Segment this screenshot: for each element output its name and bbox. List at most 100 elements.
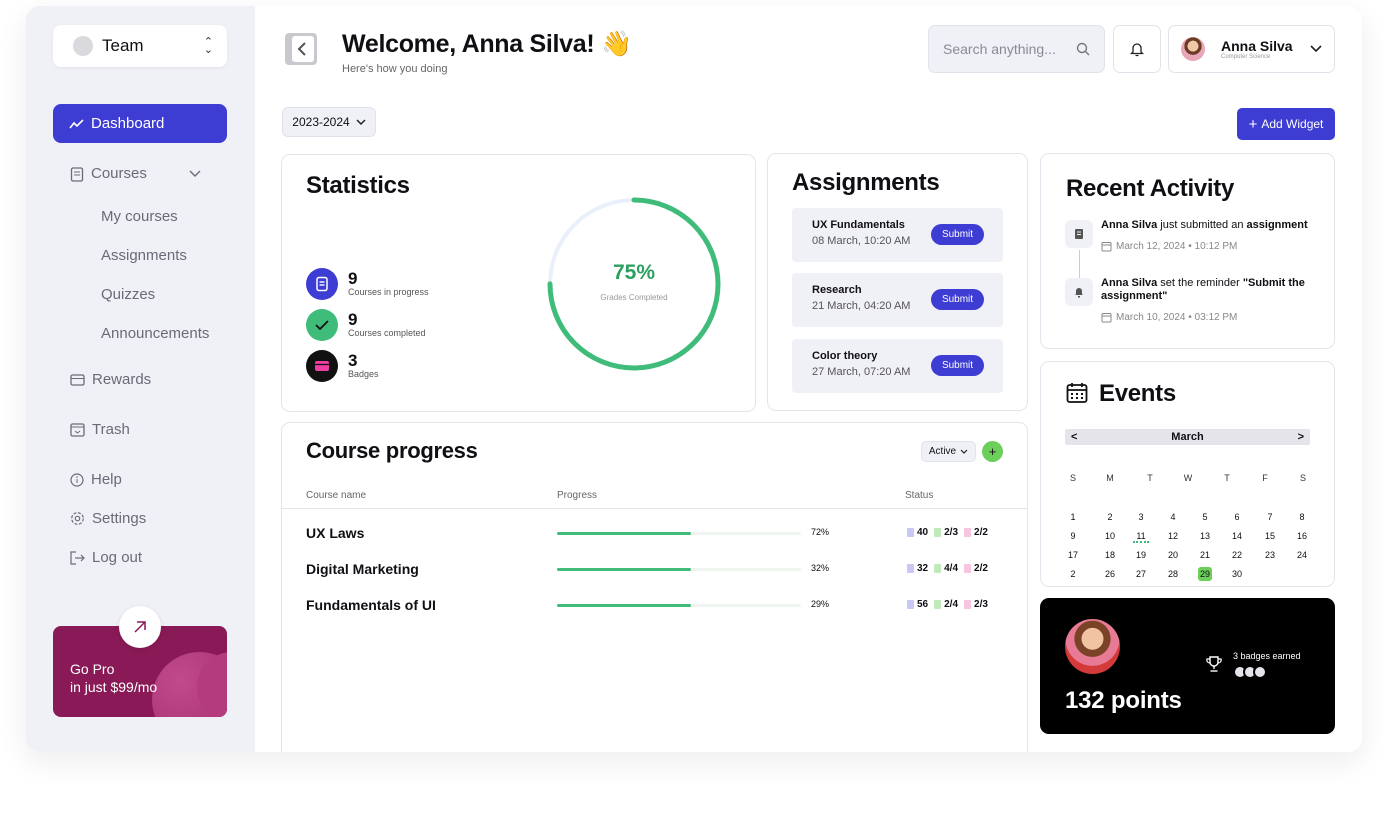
badges-earned: 3 badges earned: [1233, 651, 1301, 661]
progress-fill: [557, 604, 692, 607]
submit-button[interactable]: Submit: [931, 224, 984, 245]
assignment-item: Research 21 March, 04:20 AM Submit: [792, 273, 1003, 327]
calendar-icon: [1101, 313, 1112, 323]
calendar-day[interactable]: 23: [1262, 548, 1278, 562]
add-widget-label: Add Widget: [1261, 117, 1324, 131]
trash-icon: [70, 422, 85, 437]
calendar-day[interactable]: 4: [1165, 510, 1181, 524]
trophy-icon: [1206, 656, 1222, 672]
file-icon: [964, 528, 972, 537]
calendar-day[interactable]: 30: [1229, 567, 1245, 581]
collapse-icon: [285, 33, 317, 65]
year-label: 2023-2024: [292, 115, 350, 129]
calendar-day[interactable]: 11: [1133, 529, 1149, 543]
assignments-title: Assignments: [792, 169, 940, 196]
status-files: 2/3: [974, 599, 988, 610]
status-filter[interactable]: Active: [921, 441, 976, 462]
trend-icon: [69, 118, 84, 128]
calendar-day[interactable]: 29: [1198, 567, 1212, 581]
status-docs: 56: [917, 599, 929, 610]
stat-label: Courses completed: [348, 328, 426, 338]
status-counts: 56 2/4 2/3: [907, 599, 988, 610]
stat-badges: 3 Badges: [306, 350, 379, 382]
prev-month-button[interactable]: <: [1071, 431, 1077, 443]
calendar-day[interactable]: 14: [1229, 529, 1245, 543]
sidebar-item-quizzes[interactable]: Quizzes: [101, 286, 155, 303]
day-of-week-label: S: [1299, 473, 1306, 483]
team-switcher[interactable]: Team ⌃ ⌄: [53, 25, 227, 67]
calendar-day[interactable]: 18: [1102, 548, 1118, 562]
clipboard-icon: [934, 600, 942, 609]
user-photo: [1065, 619, 1120, 674]
activity-action: just submitted an: [1157, 219, 1247, 231]
calendar-day[interactable]: 26: [1102, 567, 1118, 581]
calendar-day[interactable]: 15: [1262, 529, 1278, 543]
calendar-icon: [1066, 383, 1088, 403]
add-widget-button[interactable]: + Add Widget: [1237, 108, 1335, 140]
go-pro-arrow-button[interactable]: [119, 606, 161, 648]
submit-button[interactable]: Submit: [931, 355, 984, 376]
calendar-day[interactable]: 1: [1065, 510, 1081, 524]
day-of-week-label: W: [1183, 473, 1193, 483]
calendar-day[interactable]: 27: [1133, 567, 1149, 581]
calendar-day[interactable]: 13: [1197, 529, 1213, 543]
sidebar-item-help[interactable]: Help: [70, 471, 122, 488]
sidebar-item-trash[interactable]: Trash: [70, 421, 130, 438]
calendar-day[interactable]: 10: [1102, 529, 1118, 543]
calendar-day[interactable]: 8: [1294, 510, 1310, 524]
calendar-day[interactable]: 7: [1262, 510, 1278, 524]
sidebar-item-courses[interactable]: Courses: [70, 165, 208, 182]
year-selector[interactable]: 2023-2024: [282, 107, 376, 137]
sidebar-item-rewards[interactable]: Rewards: [70, 371, 151, 388]
document-icon: [1065, 220, 1093, 248]
badge-card-icon: [306, 350, 338, 382]
calendar-day[interactable]: 3: [1133, 510, 1149, 524]
sidebar-collapse-button[interactable]: [284, 32, 318, 66]
document-icon: [907, 528, 914, 537]
calendar-day[interactable]: 21: [1197, 548, 1213, 562]
next-month-button[interactable]: >: [1298, 431, 1304, 443]
add-course-button[interactable]: +: [982, 441, 1003, 462]
logout-icon: [70, 550, 85, 565]
calendar-day[interactable]: 20: [1165, 548, 1181, 562]
activity-text: Anna Silva set the reminder "Submit the …: [1101, 277, 1311, 303]
calendar-day[interactable]: 17: [1065, 548, 1081, 562]
progress-percent: 72%: [811, 527, 830, 537]
sidebar: Team ⌃ ⌄ Dashboard Courses My courses Ass…: [26, 6, 255, 752]
sidebar-item-assignments[interactable]: Assignments: [101, 247, 187, 264]
assignments-card: Assignments UX Fundamentals 08 March, 10…: [767, 153, 1028, 411]
search-input[interactable]: Search anything...: [928, 25, 1105, 73]
calendar-day[interactable]: 16: [1294, 529, 1310, 543]
clipboard-icon: [70, 166, 84, 182]
document-icon: [306, 268, 338, 300]
stat-value: 9: [348, 310, 358, 329]
calendar-day[interactable]: 6: [1229, 510, 1245, 524]
sidebar-item-dashboard[interactable]: Dashboard: [53, 104, 227, 143]
calendar-icon: [1101, 242, 1112, 252]
sidebar-item-settings[interactable]: Settings: [70, 510, 146, 527]
calendar-day[interactable]: 2: [1102, 510, 1118, 524]
course-name: Digital Marketing: [306, 561, 419, 577]
profile-menu[interactable]: Anna Silva Computer Science: [1168, 25, 1335, 73]
calendar-day[interactable]: 9: [1065, 529, 1081, 543]
submit-button[interactable]: Submit: [931, 289, 984, 310]
calendar-day[interactable]: 22: [1229, 548, 1245, 562]
chevron-down-icon[interactable]: [189, 170, 201, 178]
sidebar-item-announcements[interactable]: Announcements: [101, 325, 209, 342]
course-name: Fundamentals of UI: [306, 597, 436, 613]
sidebar-item-my-courses[interactable]: My courses: [101, 208, 178, 225]
recent-activity-title: Recent Activity: [1066, 175, 1235, 202]
calendar-day[interactable]: 24: [1294, 548, 1310, 562]
search-icon: [1076, 42, 1090, 56]
calendar-day[interactable]: 28: [1165, 567, 1181, 581]
welcome-text: Welcome, Anna Silva!: [342, 30, 595, 58]
badge-icons: [1233, 665, 1267, 679]
calendar-day[interactable]: 5: [1197, 510, 1213, 524]
sidebar-item-logout[interactable]: Log out: [70, 549, 142, 566]
file-icon: [964, 600, 972, 609]
calendar-day[interactable]: 12: [1165, 529, 1181, 543]
chevron-down-icon: [1310, 45, 1322, 53]
notifications-button[interactable]: [1113, 25, 1161, 73]
calendar-day[interactable]: 2: [1065, 567, 1081, 581]
calendar-day[interactable]: 19: [1133, 548, 1149, 562]
